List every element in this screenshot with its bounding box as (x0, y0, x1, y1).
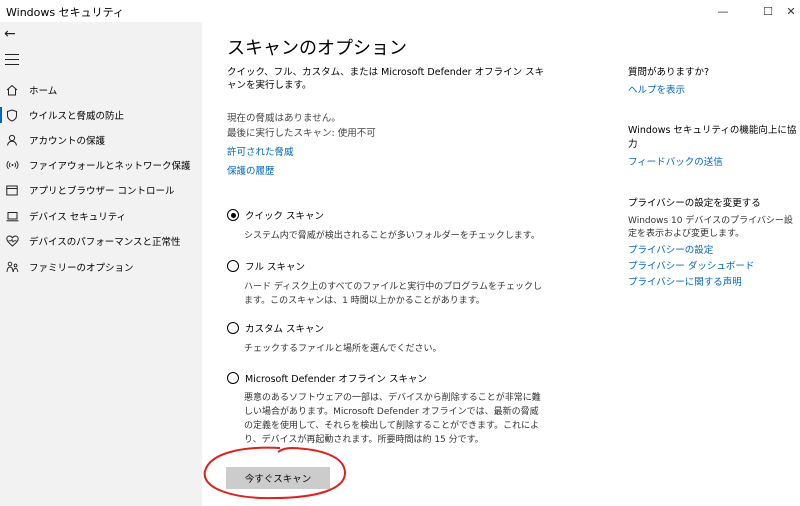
sidebar-item-label: ホーム (29, 86, 58, 97)
sidebar-item-device-performance[interactable]: デバイスのパフォーマンスと正常性 (0, 229, 202, 253)
home-icon (5, 83, 19, 97)
quick-scan-label: クイック スキャン (245, 211, 325, 222)
wifi-icon (5, 158, 19, 172)
sidebar-item-account[interactable]: アカウントの保護 (0, 128, 202, 152)
sidebar-item-label: デバイスのパフォーマンスと正常性 (29, 237, 181, 248)
status-threats: 現在の脅威はありません。 (227, 113, 341, 124)
heart-icon (5, 234, 19, 248)
close-button[interactable]: ✕ (774, 0, 800, 22)
offline-scan-label: Microsoft Defender オフライン スキャン (245, 374, 427, 385)
laptop-icon (5, 209, 19, 223)
full-scan-label: フル スキャン (245, 262, 306, 273)
privacy-statement-link[interactable]: プライバシーに関する声明 (628, 275, 800, 291)
sidebar-item-virus-protection[interactable]: ウイルスと脅威の防止 (0, 103, 202, 127)
help-heading: 質問がありますか? (628, 67, 710, 78)
full-scan-radio[interactable] (227, 260, 239, 272)
sidebar-item-family[interactable]: ファミリーのオプション (0, 255, 202, 279)
protection-history-link[interactable]: 保護の履歴 (227, 163, 275, 177)
custom-scan-description: チェックするファイルと場所を選んでください。 (244, 344, 442, 354)
status-last-scan: 最後に実行したスキャン: 使用不可 (227, 128, 376, 139)
sidebar-item-label: アプリとブラウザー コントロール (29, 186, 175, 197)
red-circle-annotation (203, 446, 347, 500)
main-content: スキャンのオプション クイック、フル、カスタム、または Microsoft De… (202, 22, 800, 506)
sidebar-item-device-security[interactable]: デバイス セキュリティ (0, 204, 202, 228)
sidebar: ← ホーム ウイルスと脅威の防止 アカウントの保護 ファイアウォールとネットワー… (0, 22, 202, 506)
privacy-section: プライバシーの設定を変更する Windows 10 デバイスのプライバシー設定を… (628, 197, 800, 291)
full-scan-option[interactable]: フル スキャン (227, 259, 305, 273)
sidebar-item-label: デバイス セキュリティ (29, 212, 127, 223)
sidebar-item-home[interactable]: ホーム (0, 78, 202, 102)
privacy-heading: プライバシーの設定を変更する (628, 198, 761, 209)
title-bar: Windows セキュリティ — ☐ ✕ (0, 0, 800, 22)
custom-scan-option[interactable]: カスタム スキャン (227, 321, 324, 335)
person-icon (5, 133, 19, 147)
quick-scan-option[interactable]: クイック スキャン (227, 208, 324, 222)
feedback-section: Windows セキュリティの機能向上に協力 フィードバックの送信 (628, 124, 800, 168)
back-arrow-icon[interactable]: ← (4, 26, 24, 42)
custom-scan-label: カスタム スキャン (245, 324, 325, 335)
full-scan-description: ハード ディスク上のすべてのファイルと実行中のプログラムをチェックします。このス… (244, 282, 542, 306)
privacy-text: Windows 10 デバイスのプライバシー設定を表示および変更します。 (628, 216, 793, 239)
offline-scan-option[interactable]: Microsoft Defender オフライン スキャン (227, 371, 427, 385)
sidebar-item-app-browser[interactable]: アプリとブラウザー コントロール (0, 178, 202, 202)
privacy-settings-link[interactable]: プライバシーの設定 (628, 243, 800, 259)
sidebar-item-label: ファミリーのオプション (29, 263, 134, 274)
sidebar-item-label: アカウントの保護 (29, 136, 106, 147)
quick-scan-radio[interactable] (227, 209, 239, 221)
shield-icon (5, 108, 19, 122)
quick-scan-description: システム内で脅威が検出されることが多いフォルダーをチェックします。 (244, 231, 540, 241)
family-icon (5, 260, 19, 274)
sidebar-item-label: ウイルスと脅威の防止 (29, 111, 125, 122)
sidebar-item-label: ファイアウォールとネットワーク保護 (29, 161, 191, 172)
allowed-threats-link[interactable]: 許可された脅威 (227, 144, 294, 158)
page-description: クイック、フル、カスタム、または Microsoft Defender オフライ… (227, 67, 545, 91)
improve-heading: Windows セキュリティの機能向上に協力 (628, 125, 797, 150)
sidebar-item-firewall[interactable]: ファイアウォールとネットワーク保護 (0, 153, 202, 177)
privacy-dashboard-link[interactable]: プライバシー ダッシュボード (628, 259, 800, 275)
minimize-button[interactable]: — (706, 0, 740, 22)
app-window-icon (5, 183, 19, 197)
offline-scan-description: 悪意のあるソフトウェアの一部は、デバイスから削除することが非常に難しい場合があり… (244, 393, 541, 445)
hamburger-menu-icon[interactable] (5, 54, 19, 66)
window-title: Windows セキュリティ (6, 6, 124, 19)
offline-scan-radio[interactable] (227, 372, 239, 384)
page-title: スキャンのオプション (227, 38, 407, 59)
feedback-link[interactable]: フィードバックの送信 (628, 154, 800, 168)
help-link[interactable]: ヘルプを表示 (628, 82, 800, 96)
help-section: 質問がありますか? ヘルプを表示 (628, 66, 800, 96)
custom-scan-radio[interactable] (227, 322, 239, 334)
